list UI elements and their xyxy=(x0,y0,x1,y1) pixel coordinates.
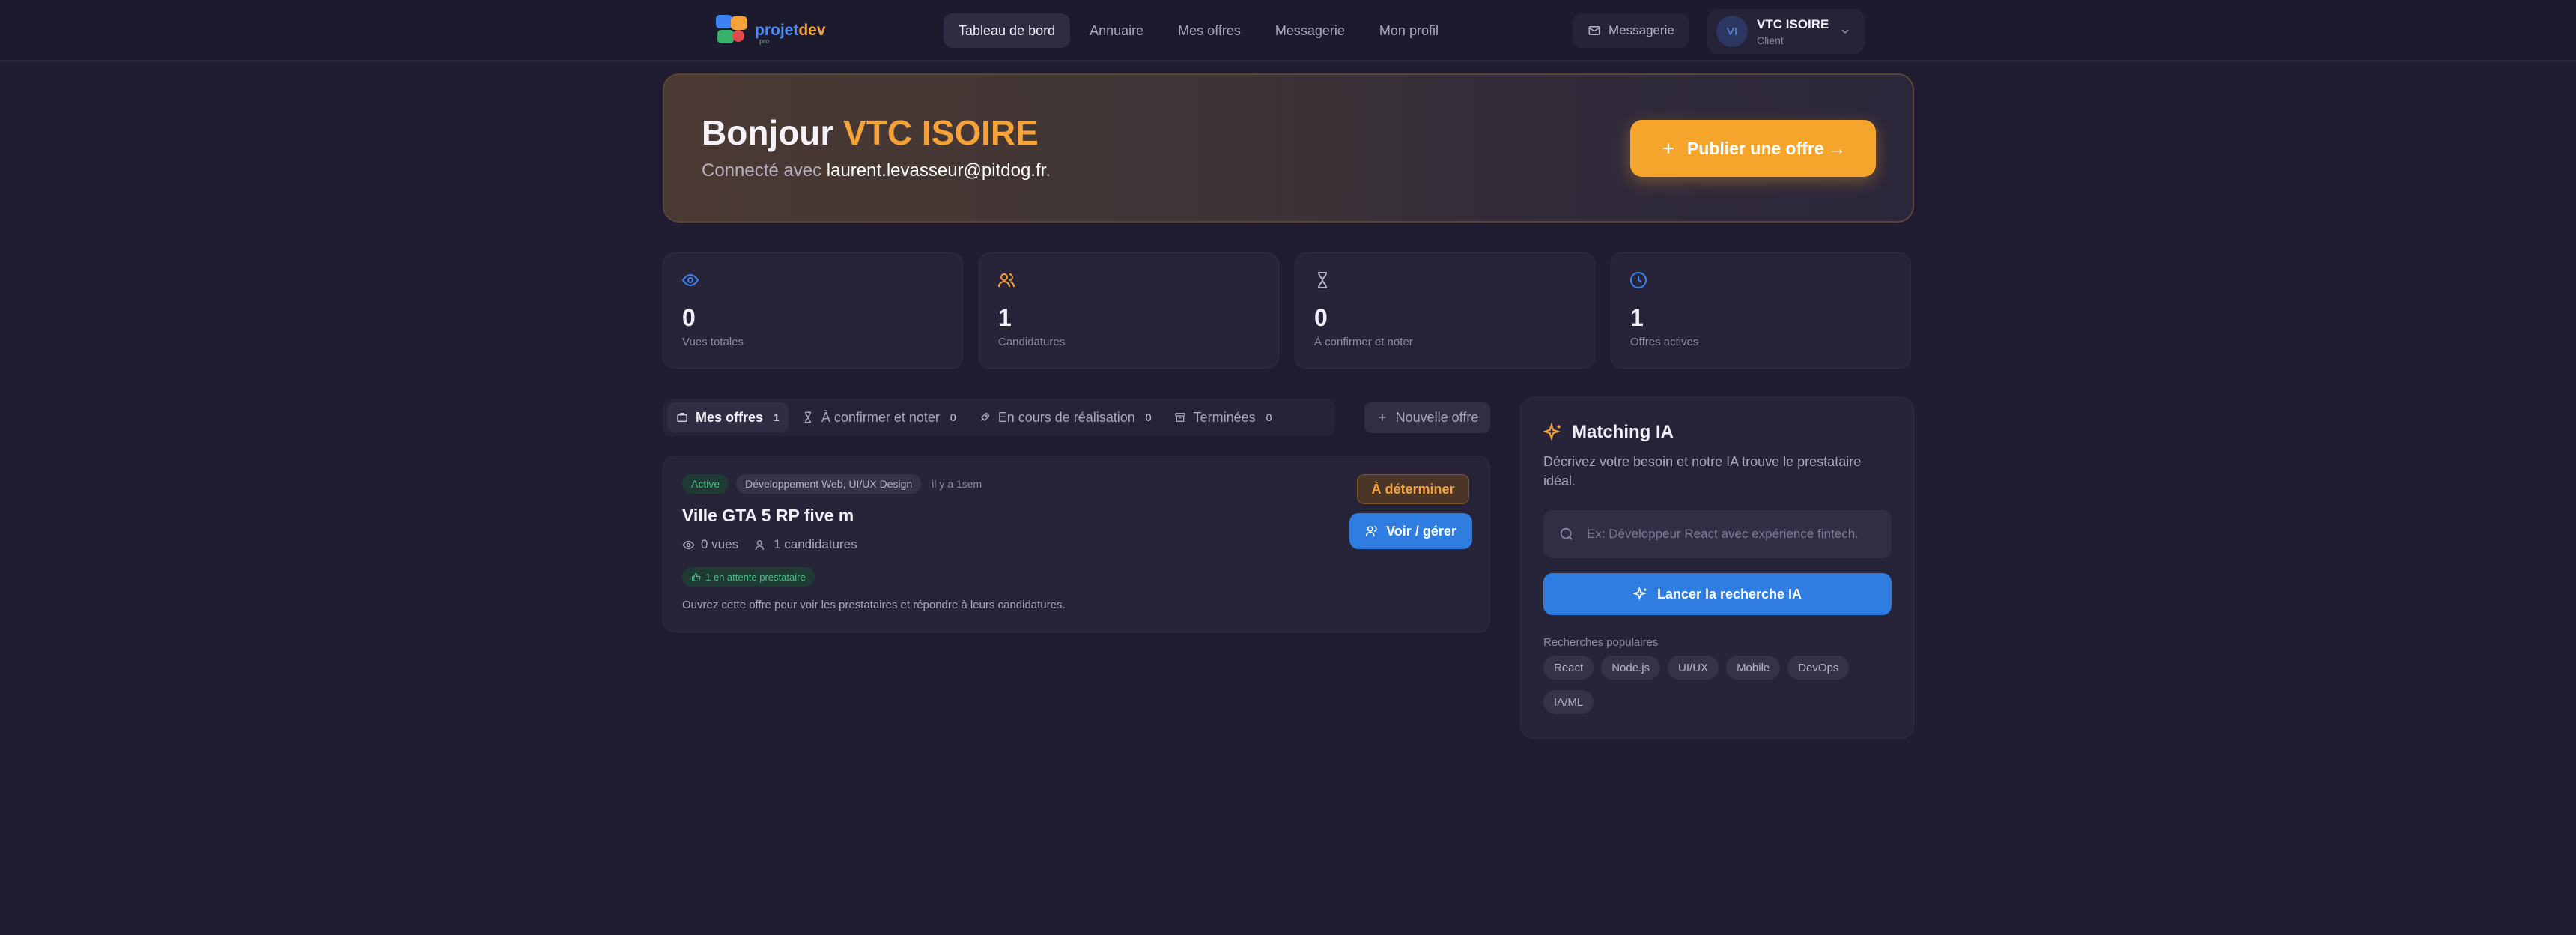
offer-card[interactable]: Active Développement Web, UI/UX Design i… xyxy=(663,456,1490,632)
logo-subtext: pro xyxy=(759,37,770,45)
rocket-icon xyxy=(980,412,989,422)
tab-en-cours[interactable]: En cours de réalisation 0 xyxy=(970,402,1161,432)
stat-label: Candidatures xyxy=(998,336,1066,348)
stat-card-active-offers: 1 Offres actives xyxy=(1611,252,1911,369)
chip-mobile[interactable]: Mobile xyxy=(1726,656,1781,680)
chip-react[interactable]: React xyxy=(1543,656,1594,680)
tab-count: 0 xyxy=(1145,411,1152,423)
ia-matching-card: Matching IA Décrivez votre besoin et not… xyxy=(1520,397,1914,739)
nav-tableau-de-bord[interactable]: Tableau de bord xyxy=(944,13,1071,48)
nav-messagerie[interactable]: Messagerie xyxy=(1260,13,1360,48)
user-menu[interactable]: VI VTC ISOIRE Client xyxy=(1707,9,1865,54)
logo[interactable]: projetdev pro xyxy=(716,13,826,46)
chip-devops[interactable]: DevOps xyxy=(1787,656,1850,680)
eye-icon xyxy=(682,540,695,549)
stat-value: 1 xyxy=(1630,304,1644,331)
stat-card-to-confirm: 0 À confirmer et noter xyxy=(1295,252,1595,369)
ia-search-input[interactable] xyxy=(1587,527,1877,542)
tab-mes-offres[interactable]: Mes offres 1 xyxy=(667,402,789,432)
clock-icon xyxy=(1630,272,1647,288)
main-nav: Tableau de bord Annuaire Mes offres Mess… xyxy=(944,13,1453,48)
users-icon xyxy=(755,539,765,550)
stat-label: Vues totales xyxy=(682,336,744,348)
nav-annuaire[interactable]: Annuaire xyxy=(1075,13,1158,48)
welcome-banner: Bonjour VTC ISOIRE Connecté avec laurent… xyxy=(663,73,1914,223)
offer-title[interactable]: Ville GTA 5 RP five m xyxy=(682,506,854,526)
ia-title: Matching IA xyxy=(1572,422,1674,442)
messages-button[interactable]: Messagerie xyxy=(1573,13,1689,48)
popular-searches-label: Recherches populaires xyxy=(1543,636,1659,649)
new-offer-button[interactable]: Nouvelle offre xyxy=(1364,402,1490,433)
status-badge: Active xyxy=(682,474,729,494)
stat-value: 1 xyxy=(998,304,1012,331)
sparkles-icon xyxy=(1543,423,1561,441)
logo-icon xyxy=(716,15,753,45)
users-icon xyxy=(1365,526,1377,536)
offer-candidates: 1 candidatures xyxy=(755,537,857,552)
stat-label: À confirmer et noter xyxy=(1314,336,1413,348)
tab-count: 0 xyxy=(1266,411,1272,423)
stat-card-views: 0 Vues totales xyxy=(663,252,963,369)
stat-label: Offres actives xyxy=(1630,336,1699,348)
offer-views: 0 vues xyxy=(682,537,738,552)
plus-icon xyxy=(1378,414,1386,421)
user-email: laurent.levasseur@pitdog.fr xyxy=(826,160,1046,181)
sparkles-icon xyxy=(1632,587,1647,601)
tab-count: 1 xyxy=(774,411,780,423)
mail-icon xyxy=(1588,26,1600,35)
chip-uiux[interactable]: UI/UX xyxy=(1668,656,1719,680)
chip-iaml[interactable]: IA/ML xyxy=(1543,690,1594,714)
messages-label: Messagerie xyxy=(1609,23,1674,37)
pending-badge: 1 en attente prestataire xyxy=(682,567,815,587)
user-role: Client xyxy=(1757,34,1784,46)
offers-tabs: Mes offres 1 À confirmer et noter 0 En c… xyxy=(663,399,1335,436)
offer-note: Ouvrez cette offre pour voir les prestat… xyxy=(682,599,1066,611)
category-badge: Développement Web, UI/UX Design xyxy=(736,474,922,494)
thumbs-up-icon xyxy=(692,572,701,581)
tab-a-confirmer[interactable]: À confirmer et noter 0 xyxy=(793,402,965,432)
welcome-title: Bonjour VTC ISOIRE xyxy=(702,113,1039,152)
welcome-subtitle: Connecté avec laurent.levasseur@pitdog.f… xyxy=(702,160,1051,181)
stat-card-candidatures: 1 Candidatures xyxy=(979,252,1279,369)
offer-time: il y a 1sem xyxy=(932,478,982,490)
manage-offer-button[interactable]: Voir / gérer xyxy=(1349,513,1472,549)
nav-mon-profil[interactable]: Mon profil xyxy=(1364,13,1453,48)
eye-icon xyxy=(681,273,699,287)
archive-icon xyxy=(1174,413,1185,422)
tab-terminees[interactable]: Terminées 0 xyxy=(1165,402,1281,432)
top-navbar: projetdev pro Tableau de bord Annuaire M… xyxy=(0,0,2576,61)
publish-offer-button[interactable]: Publier une offre → xyxy=(1630,120,1876,177)
chip-nodejs[interactable]: Node.js xyxy=(1601,656,1661,680)
avatar: VI xyxy=(1716,16,1748,47)
chevron-down-icon xyxy=(1841,29,1849,34)
ia-search-field[interactable] xyxy=(1543,510,1892,558)
hourglass-icon xyxy=(1318,272,1327,288)
ia-description: Décrivez votre besoin et notre IA trouve… xyxy=(1543,454,1862,488)
briefcase-icon xyxy=(677,413,687,422)
logo-text: projetdev xyxy=(755,21,826,39)
popular-searches: React Node.js UI/UX Mobile DevOps IA/ML xyxy=(1543,656,1895,714)
tab-count: 0 xyxy=(950,411,956,423)
ia-search-button[interactable]: Lancer la recherche IA xyxy=(1543,573,1892,615)
search-icon xyxy=(1560,527,1573,540)
plus-icon xyxy=(1663,143,1674,154)
nav-mes-offres[interactable]: Mes offres xyxy=(1163,13,1256,48)
stat-value: 0 xyxy=(1314,304,1328,331)
hourglass-icon xyxy=(804,411,811,423)
stat-value: 0 xyxy=(682,304,696,331)
price-badge: À déterminer xyxy=(1357,474,1469,504)
users-icon xyxy=(998,273,1015,288)
user-name: VTC ISOIRE xyxy=(1757,16,1829,31)
